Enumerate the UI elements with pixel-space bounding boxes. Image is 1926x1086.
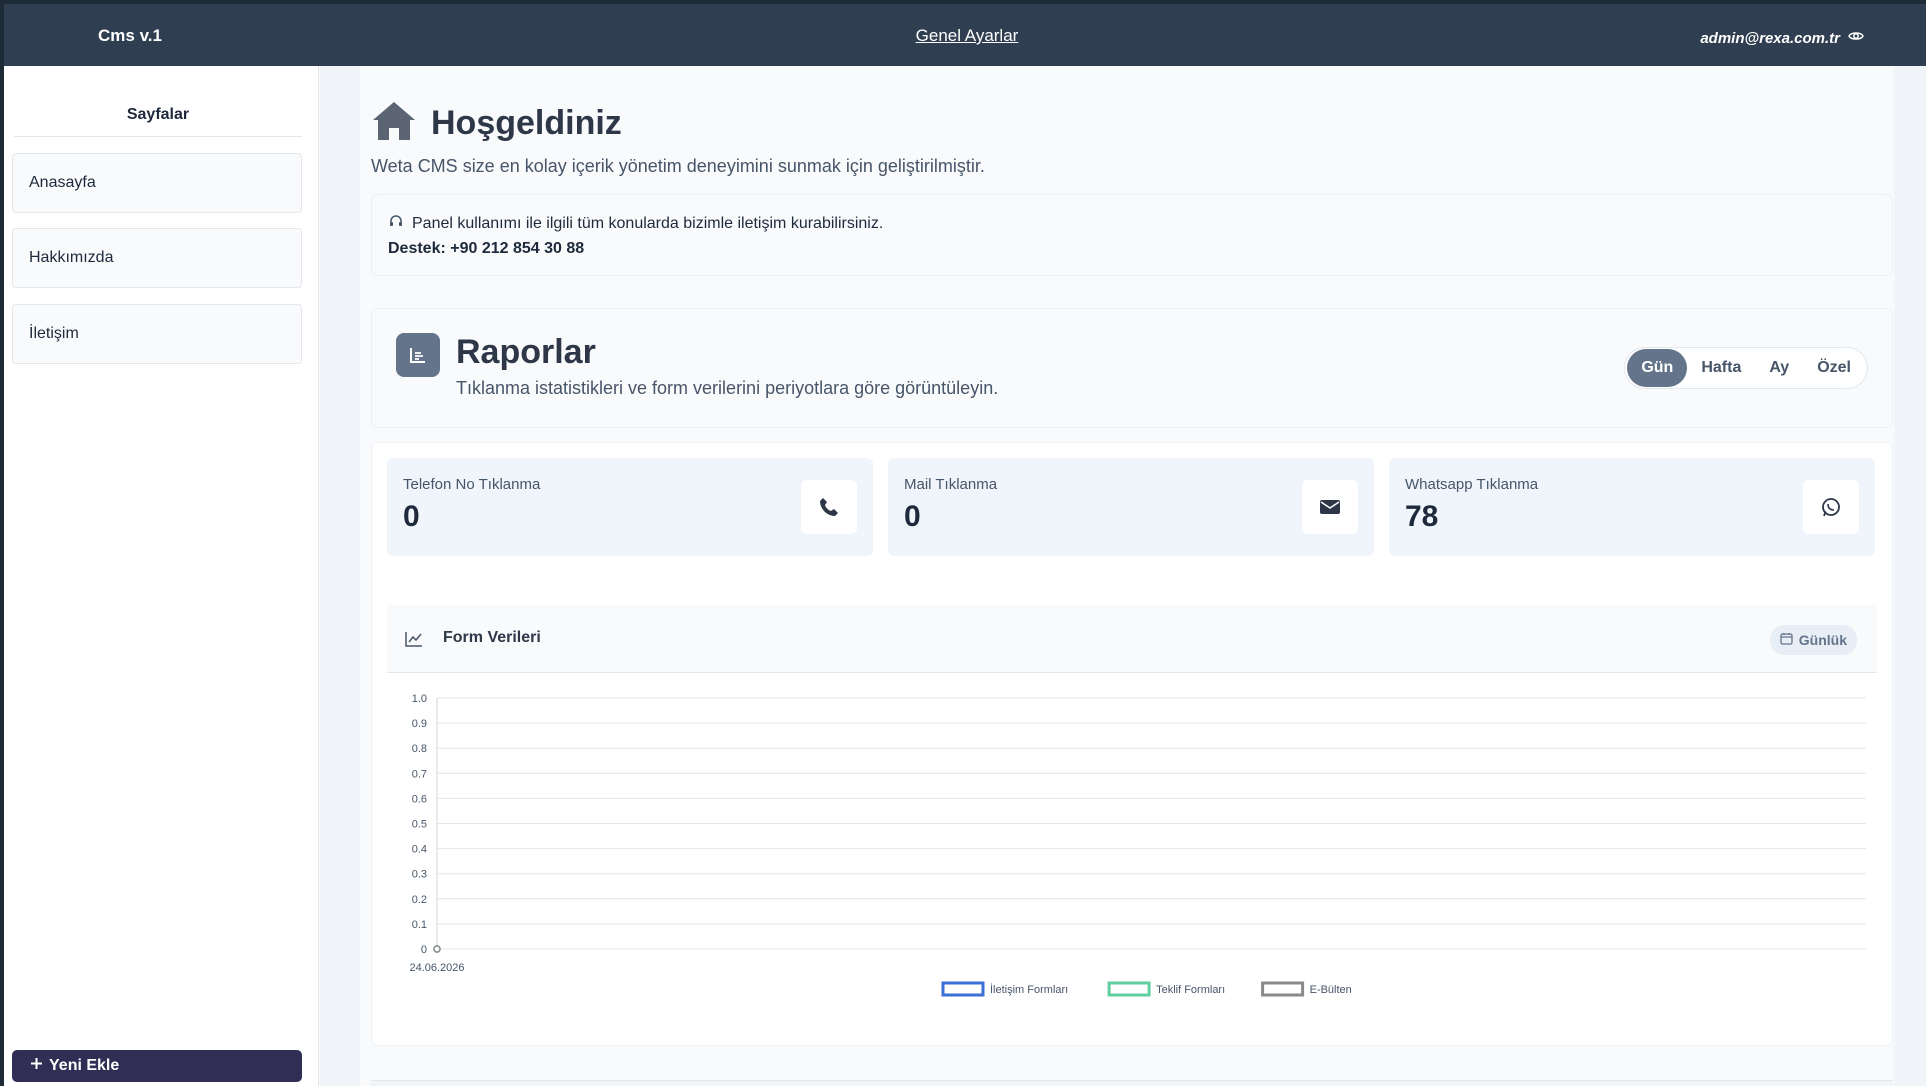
sidebar-item-hakkimizda[interactable]: Hakkımızda — [12, 228, 302, 288]
home-icon — [371, 100, 417, 147]
whatsapp-icon — [1803, 480, 1859, 534]
y-tick-label: 0.5 — [412, 819, 427, 831]
phone-icon — [801, 480, 857, 534]
daily-badge[interactable]: Günlük — [1769, 625, 1857, 655]
y-tick-label: 0.2 — [412, 894, 427, 906]
general-settings-link[interactable]: Genel Ayarlar — [4, 26, 1926, 46]
user-menu[interactable]: admin@rexa.com.tr — [1700, 28, 1864, 48]
main-content: Hoşgeldiniz Weta CMS size en kolay içeri… — [320, 66, 1926, 1086]
support-text: Panel kullanımı ile ilgili tüm konularda… — [412, 214, 884, 232]
support-line: Panel kullanımı ile ilgili tüm konularda… — [388, 213, 1876, 234]
new-page-button[interactable]: Yeni Ekle — [12, 1050, 302, 1082]
period-day-button[interactable]: Gün — [1627, 349, 1688, 387]
calendar-icon — [1780, 632, 1793, 648]
daily-badge-label: Günlük — [1798, 632, 1847, 648]
y-tick-label: 0.4 — [412, 844, 427, 856]
stat-card-phone: Telefon No Tıklanma 0 — [387, 458, 873, 556]
legend-label: Teklif Formları — [1156, 984, 1225, 996]
stat-value: 78 — [1405, 500, 1439, 533]
main-inner: Hoşgeldiniz Weta CMS size en kolay içeri… — [360, 66, 1894, 1086]
welcome-subtitle: Weta CMS size en kolay içerik yönetim de… — [371, 156, 985, 176]
sidebar-item-iletisim[interactable]: İletişim — [12, 304, 302, 364]
form-chart-title: Form Verileri — [443, 629, 541, 646]
data-point — [433, 945, 441, 953]
plus-icon — [30, 1057, 43, 1075]
y-tick-label: 0.8 — [412, 743, 427, 755]
form-chart-header: Form Verileri Günlük — [387, 605, 1877, 673]
envelope-icon — [1302, 480, 1358, 534]
y-tick-label: 0.6 — [412, 793, 427, 805]
y-tick-label: 0 — [421, 944, 427, 956]
user-email: admin@rexa.com.tr — [1700, 29, 1840, 47]
stat-label: Telefon No Tıklanma — [403, 476, 541, 493]
welcome-title: Hoşgeldiniz — [431, 104, 622, 142]
y-tick-label: 0.3 — [412, 869, 427, 881]
line-chart-icon — [405, 631, 423, 652]
next-card-edge — [371, 1080, 1893, 1086]
stats-card: Telefon No Tıklanma 0 Mail Tıklanma 0 Wh… — [371, 442, 1893, 1046]
stat-card-mail: Mail Tıklanma 0 — [888, 458, 1374, 556]
stat-card-whatsapp: Whatsapp Tıklanma 78 — [1389, 458, 1875, 556]
sidebar-item-anasayfa[interactable]: Anasayfa — [12, 153, 302, 213]
form-chart: 1.0 0.9 0.8 0.7 0.6 0.5 0.4 0.3 0.2 0.1 0 24.06.202… — [409, 693, 1866, 997]
period-custom-button[interactable]: Özel — [1803, 349, 1865, 387]
stat-label: Whatsapp Tıklanma — [1405, 476, 1539, 493]
welcome-header: Hoşgeldiniz — [371, 100, 622, 147]
top-bar: Cms v.1 Genel Ayarlar admin@rexa.com.tr — [0, 0, 1926, 66]
y-tick-label: 0.1 — [412, 919, 427, 931]
period-week-button[interactable]: Hafta — [1687, 349, 1755, 387]
headset-icon — [388, 213, 404, 234]
y-tick-label: 0.7 — [412, 768, 427, 780]
y-tick-label: 1.0 — [412, 693, 427, 705]
new-page-label: Yeni Ekle — [49, 1057, 120, 1074]
legend-label: E-Bülten — [1310, 984, 1352, 996]
legend-swatch — [1261, 981, 1305, 997]
y-tick-label: 0.9 — [412, 718, 427, 730]
period-month-button[interactable]: Ay — [1755, 349, 1803, 387]
legend-label: İletişim Formları — [990, 983, 1068, 996]
reports-subtitle: Tıklanma istatistikleri ve form verileri… — [456, 378, 999, 398]
reports-title: Raporlar — [456, 333, 596, 371]
period-selector: Gün Hafta Ay Özel — [1624, 347, 1868, 389]
eye-icon[interactable] — [1848, 28, 1864, 48]
reports-header-card: Raporlar Tıklanma istatistikleri ve form… — [371, 308, 1893, 428]
legend-swatch — [1107, 981, 1151, 997]
legend-swatch — [941, 981, 985, 997]
stat-value: 0 — [904, 500, 921, 533]
x-tick-label: 24.06.2026 — [409, 962, 464, 974]
support-box: Panel kullanımı ile ilgili tüm konularda… — [371, 194, 1893, 276]
report-icon — [396, 333, 440, 377]
sidebar-title: Sayfalar — [14, 106, 302, 137]
stat-value: 0 — [403, 500, 420, 533]
sidebar: Sayfalar Anasayfa Hakkımızda İletişim Ye… — [0, 66, 319, 1086]
support-phone: Destek: +90 212 854 30 88 — [388, 240, 585, 257]
stat-label: Mail Tıklanma — [904, 476, 998, 493]
